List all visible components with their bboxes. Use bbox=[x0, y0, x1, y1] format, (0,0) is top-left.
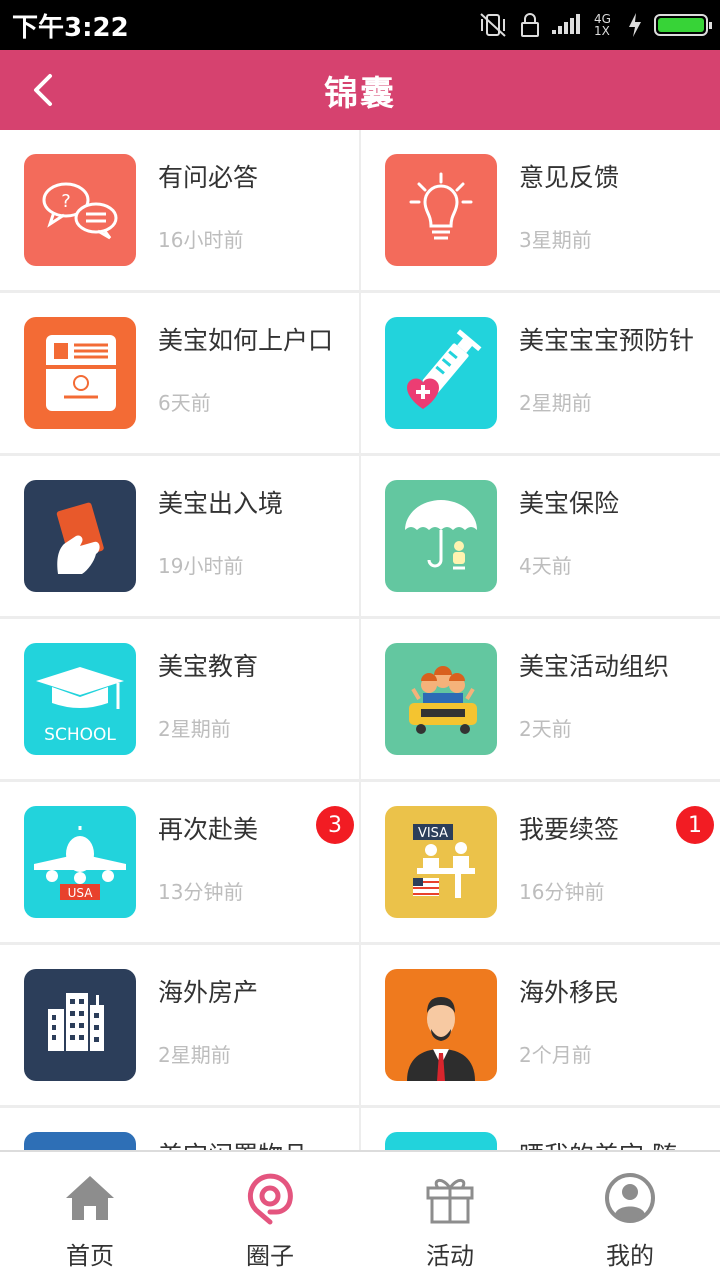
status-time: 下午3:22 bbox=[12, 12, 129, 43]
partial-icon bbox=[24, 1132, 136, 1150]
grid-item-feedback[interactable]: 意见反馈 3星期前 bbox=[361, 130, 720, 290]
item-time: 2星期前 bbox=[158, 717, 231, 741]
visa-counter-icon: VISA bbox=[385, 806, 497, 918]
icon-text-usa: USA bbox=[68, 886, 94, 900]
item-name: 海外移民 bbox=[519, 978, 620, 1007]
status-icons: 4G 1X bbox=[478, 12, 712, 38]
nav-profile[interactable]: 我的 bbox=[540, 1152, 720, 1280]
topic-grid: ? 有问必答 16小时前 意见反馈 3星期前 美宝如何上户口 6天前 美宝宝宝预… bbox=[0, 130, 720, 1150]
item-name: 美宝宝宝预防针 bbox=[519, 326, 695, 355]
item-name: 晒我的美宝 随 bbox=[519, 1136, 677, 1150]
nav-label: 活动 bbox=[426, 1242, 474, 1270]
circle-location-icon bbox=[247, 1173, 293, 1225]
grid-item-return-to-us[interactable]: USA 再次赴美 13分钟前 3 bbox=[0, 782, 359, 942]
item-name: 我要续签 bbox=[519, 815, 620, 844]
grid-item-vaccine[interactable]: 美宝宝宝预防针 2星期前 bbox=[361, 293, 720, 453]
item-name: 美宝活动组织 bbox=[519, 652, 670, 681]
home-icon bbox=[66, 1176, 114, 1220]
partial-icon bbox=[385, 1132, 497, 1150]
item-name: 海外房产 bbox=[158, 978, 259, 1007]
grid-item-overseas-property[interactable]: 海外房产 2星期前 bbox=[0, 945, 359, 1105]
item-time: 19小时前 bbox=[158, 554, 244, 578]
signal-icon bbox=[552, 14, 580, 34]
grid-item-insurance[interactable]: 美宝保险 4天前 bbox=[361, 456, 720, 616]
svg-text:?: ? bbox=[61, 191, 71, 212]
bottom-navigation: 首页 圈子 活动 我的 bbox=[0, 1150, 720, 1280]
grid-item-activities[interactable]: 美宝活动组织 2天前 bbox=[361, 619, 720, 779]
app-header: 锦囊 bbox=[0, 50, 720, 130]
item-name: 美宝教育 bbox=[158, 652, 259, 681]
nav-label: 我的 bbox=[606, 1242, 654, 1270]
umbrella-baby-icon bbox=[385, 480, 497, 592]
grid-item-share-baby[interactable]: 晒我的美宝 随 bbox=[361, 1108, 720, 1150]
network-type: 4G 1X bbox=[594, 12, 611, 38]
charging-icon bbox=[629, 13, 641, 37]
item-name: 美宝如何上户口 bbox=[158, 326, 334, 355]
item-name: 美宝闲置物品 bbox=[158, 1136, 308, 1150]
nav-label: 首页 bbox=[66, 1242, 114, 1270]
lightbulb-icon bbox=[385, 154, 497, 266]
grid-item-household-register[interactable]: 美宝如何上户口 6天前 bbox=[0, 293, 359, 453]
back-arrow-icon[interactable] bbox=[24, 68, 68, 112]
unread-badge: 1 bbox=[676, 806, 714, 844]
nav-activities[interactable]: 活动 bbox=[360, 1152, 540, 1280]
item-name: 美宝出入境 bbox=[158, 489, 284, 518]
nav-label: 圈子 bbox=[246, 1242, 294, 1270]
icon-text-school: SCHOOL bbox=[44, 725, 116, 745]
item-time: 2星期前 bbox=[519, 391, 592, 415]
item-time: 16小时前 bbox=[158, 228, 244, 252]
lock-icon bbox=[521, 13, 539, 37]
icon-text-visa: VISA bbox=[418, 826, 448, 841]
page-title: 锦囊 bbox=[324, 73, 396, 114]
passport-icon bbox=[24, 480, 136, 592]
grid-item-immigration[interactable]: 海外移民 2个月前 bbox=[361, 945, 720, 1105]
grid-item-visa-renewal[interactable]: VISA 我要续签 16分钟前 1 bbox=[361, 782, 720, 942]
grid-item-education[interactable]: SCHOOL 美宝教育 2星期前 bbox=[0, 619, 359, 779]
family-car-icon bbox=[385, 643, 497, 755]
item-time: 2星期前 bbox=[158, 1043, 231, 1067]
vibrate-off-icon bbox=[480, 13, 506, 37]
item-time: 16分钟前 bbox=[519, 880, 605, 904]
item-name: 意见反馈 bbox=[519, 163, 620, 192]
airplane-icon: USA bbox=[24, 806, 136, 918]
item-time: 2天前 bbox=[519, 717, 572, 741]
syringe-icon bbox=[385, 317, 497, 429]
item-time: 2个月前 bbox=[519, 1043, 592, 1067]
status-bar: 下午3:22 4G 1X bbox=[0, 0, 720, 50]
item-name: 美宝保险 bbox=[519, 489, 620, 518]
profile-icon bbox=[605, 1173, 655, 1223]
grid-item-idle-items[interactable]: 美宝闲置物品 bbox=[0, 1108, 359, 1150]
grid-item-qa[interactable]: ? 有问必答 16小时前 bbox=[0, 130, 359, 290]
item-time: 6天前 bbox=[158, 391, 211, 415]
battery-icon bbox=[654, 14, 712, 36]
gift-icon bbox=[426, 1179, 474, 1224]
businessman-icon bbox=[385, 969, 497, 1081]
buildings-icon bbox=[24, 969, 136, 1081]
item-name: 再次赴美 bbox=[158, 815, 259, 844]
nav-circle[interactable]: 圈子 bbox=[180, 1152, 360, 1280]
household-register-icon bbox=[24, 317, 136, 429]
nav-home[interactable]: 首页 bbox=[0, 1152, 180, 1280]
unread-badge: 3 bbox=[316, 806, 354, 844]
graduation-cap-icon: SCHOOL bbox=[24, 643, 136, 755]
qa-chat-icon: ? bbox=[24, 154, 136, 266]
item-name: 有问必答 bbox=[158, 163, 259, 192]
grid-item-travel[interactable]: 美宝出入境 19小时前 bbox=[0, 456, 359, 616]
item-time: 13分钟前 bbox=[158, 880, 244, 904]
item-time: 3星期前 bbox=[519, 228, 592, 252]
item-time: 4天前 bbox=[519, 554, 572, 578]
